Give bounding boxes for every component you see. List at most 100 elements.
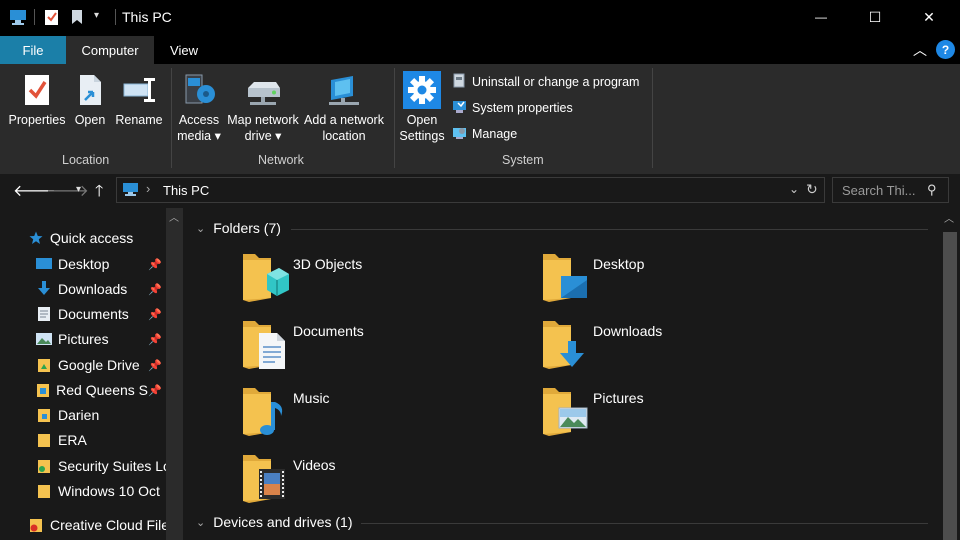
qat-divider <box>34 9 35 25</box>
close-button[interactable]: ✕ <box>906 0 952 34</box>
pin-icon[interactable]: 📌 <box>148 283 162 296</box>
ribbon-separator <box>652 68 653 168</box>
breadcrumb-chevron-icon[interactable]: › <box>146 181 150 196</box>
folders-section-header[interactable]: ⌄ Folders (7) <box>196 220 281 236</box>
search-icon[interactable]: ⚲ <box>927 182 937 198</box>
address-bar[interactable]: › This PC ⌄ ↻ <box>116 177 825 203</box>
map-network-drive-button[interactable]: Map network drive ▾ <box>224 70 302 144</box>
creative-cloud-folder-icon <box>28 517 44 533</box>
uninstall-program-button[interactable]: Uninstall or change a program <box>452 73 639 91</box>
up-arrow-icon[interactable]: 🡑 <box>95 180 103 207</box>
nav-item-creative-cloud[interactable]: Creative Cloud Files <box>28 513 166 537</box>
folder-3d-objects[interactable]: 3D Objects <box>241 250 541 310</box>
open-settings-label-2: Settings <box>399 129 445 143</box>
pin-icon[interactable]: 📌 <box>148 359 162 372</box>
map-network-drive-label-1: Map network <box>227 113 299 127</box>
search-box[interactable]: Search Thi... ⚲ <box>832 177 949 203</box>
nav-item-documents[interactable]: Documents <box>36 302 166 326</box>
add-network-location-button[interactable]: Add a network location <box>302 70 386 144</box>
folder-documents[interactable]: Documents <box>241 317 541 377</box>
nav-item-red-queens[interactable]: Red Queens S <box>36 378 148 402</box>
title-divider <box>115 9 116 25</box>
system-group-label: System <box>502 153 544 167</box>
forward-arrow-icon[interactable]: 🡒 <box>46 180 89 201</box>
devices-section-title: Devices and drives (1) <box>213 514 353 530</box>
address-path[interactable]: This PC <box>163 183 209 198</box>
tab-view[interactable]: View <box>154 36 214 64</box>
tab-computer[interactable]: Computer <box>66 36 154 64</box>
documents-folder-icon <box>243 321 285 369</box>
network-group-label: Network <box>258 153 304 167</box>
this-pc-app-icon[interactable] <box>8 8 28 29</box>
nav-item-darien[interactable]: Darien <box>36 403 166 427</box>
nav-item-label: Downloads <box>58 281 128 297</box>
folder-name: Videos <box>293 457 336 473</box>
folder-name: Desktop <box>593 256 645 272</box>
refresh-icon[interactable]: ↻ <box>806 181 818 198</box>
nav-pane-scrollbar[interactable]: ︿ <box>166 208 183 540</box>
nav-item-security-suites[interactable]: Security Suites Lo <box>36 454 166 478</box>
network-location-icon <box>325 70 363 110</box>
nav-item-label: Darien <box>58 407 100 423</box>
scrollbar-thumb[interactable] <box>943 232 957 540</box>
recent-locations-icon[interactable]: ▾ <box>76 184 81 195</box>
navigation-pane: Quick access Desktop 📌 Downloads 📌 Docum… <box>0 208 166 540</box>
maximize-button[interactable]: ☐ <box>852 0 898 34</box>
minimize-button[interactable]: — <box>798 0 844 34</box>
nav-item-windows-10-oct[interactable]: Windows 10 Oct <box>36 479 166 503</box>
pin-icon[interactable]: 📌 <box>148 308 162 321</box>
nav-item-desktop[interactable]: Desktop <box>36 252 166 276</box>
this-pc-location-icon <box>122 182 140 201</box>
nav-item-label: Google Drive <box>58 357 140 373</box>
nav-item-google-drive[interactable]: Google Drive <box>36 353 166 377</box>
collapse-ribbon-icon[interactable]: ︿ <box>913 40 927 60</box>
open-label: Open <box>74 113 106 127</box>
system-properties-button[interactable]: System properties <box>452 99 573 117</box>
tab-file[interactable]: File <box>0 36 66 64</box>
help-icon[interactable]: ? <box>936 40 955 59</box>
maximize-icon: ☐ <box>868 8 882 25</box>
nav-item-pictures[interactable]: Pictures <box>36 327 166 351</box>
folder-pictures[interactable]: Pictures <box>541 384 841 444</box>
address-dropdown-icon[interactable]: ⌄ <box>789 182 799 196</box>
access-media-button[interactable]: Access media ▾ <box>176 70 222 144</box>
folder-downloads[interactable]: Downloads <box>541 317 841 377</box>
quick-access-label: Quick access <box>50 230 134 246</box>
folder-videos[interactable]: Videos <box>241 451 541 511</box>
folder-desktop[interactable]: Desktop <box>541 250 841 310</box>
content-pane: ⌄ Folders (7) 3D Objects Desktop Documen… <box>183 208 940 540</box>
pin-icon[interactable]: 📌 <box>148 258 162 271</box>
devices-section-header[interactable]: ⌄ Devices and drives (1) <box>196 514 353 530</box>
download-arrow-icon <box>36 281 52 297</box>
rename-button[interactable]: Rename <box>114 70 164 128</box>
desktop-icon <box>36 256 52 272</box>
folder-icon <box>36 407 52 423</box>
properties-qat-icon[interactable] <box>44 8 60 29</box>
scroll-up-icon[interactable]: ︿ <box>169 209 179 224</box>
pin-icon[interactable]: 📌 <box>148 333 162 346</box>
nav-item-label: Windows 10 Oct <box>58 483 160 499</box>
scroll-up-icon[interactable]: ︿ <box>944 210 954 225</box>
media-device-icon <box>182 70 216 110</box>
qat-customize-icon[interactable]: ▾ <box>94 10 99 21</box>
content-scrollbar[interactable]: ︿ <box>940 208 960 540</box>
document-icon <box>36 306 52 322</box>
picture-icon <box>36 331 52 347</box>
open-button[interactable]: Open <box>72 70 108 128</box>
folder-music[interactable]: Music <box>241 384 541 444</box>
manage-button[interactable]: Manage <box>452 125 517 143</box>
folder-name: Downloads <box>593 323 663 339</box>
properties-button[interactable]: Properties <box>6 70 68 128</box>
minimize-icon: — <box>815 10 827 24</box>
system-properties-icon <box>452 99 467 117</box>
nav-item-quick-access[interactable]: Quick access <box>28 226 166 250</box>
open-settings-button[interactable]: Open Settings <box>398 70 446 144</box>
access-media-label-2: media ▾ <box>177 129 221 143</box>
pin-icon[interactable]: 📌 <box>148 384 162 397</box>
3d-objects-folder-icon <box>243 254 289 302</box>
nav-item-era[interactable]: ERA <box>36 428 166 452</box>
nav-item-downloads[interactable]: Downloads <box>36 277 166 301</box>
uninstall-icon <box>452 73 467 91</box>
manage-icon <box>452 125 467 143</box>
new-folder-qat-icon[interactable] <box>70 8 84 29</box>
